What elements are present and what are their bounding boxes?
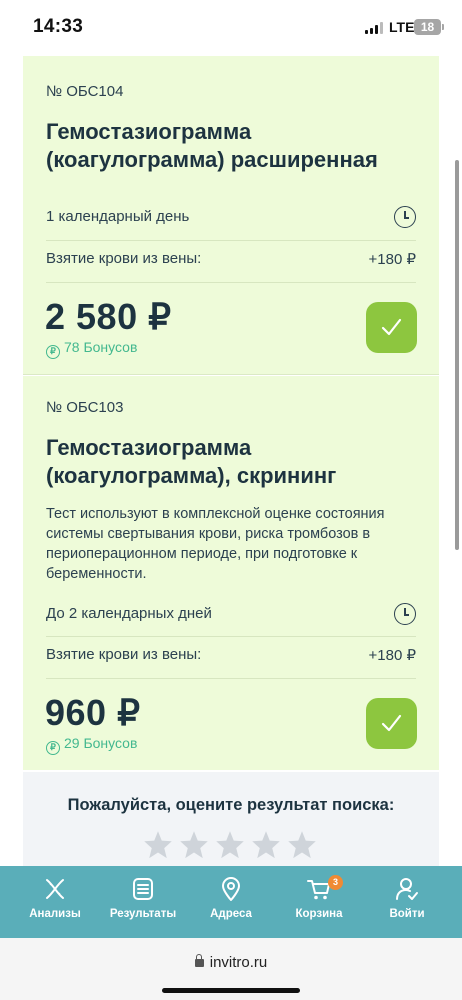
nav-label: Анализы bbox=[29, 908, 81, 920]
nav-results[interactable]: Результаты bbox=[97, 866, 189, 938]
bonus-text: 78 Бонусов bbox=[64, 339, 138, 355]
nav-login[interactable]: Войти bbox=[361, 866, 453, 938]
battery-icon: 18 bbox=[414, 19, 441, 35]
blood-draw-row: Взятие крови из вены: +180 ₽ bbox=[46, 250, 416, 270]
star-3-icon[interactable] bbox=[215, 830, 245, 860]
home-indicator[interactable] bbox=[162, 988, 300, 993]
test-card[interactable]: № ОБС104 Гемостазиограмма (коагулограмма… bbox=[23, 56, 439, 375]
star-1-icon[interactable] bbox=[143, 830, 173, 860]
divider bbox=[46, 282, 416, 283]
divider bbox=[46, 636, 416, 637]
rating-prompt: Пожалуйста, оцените результат поиска: bbox=[67, 796, 395, 814]
nav-cart[interactable]: 3 Корзина bbox=[273, 866, 365, 938]
map-pin-icon bbox=[222, 877, 240, 901]
duration-text: До 2 календарных дней bbox=[46, 605, 212, 622]
signal-icon bbox=[365, 22, 383, 34]
results-list-icon bbox=[133, 878, 153, 900]
blood-draw-price: +180 ₽ bbox=[368, 251, 417, 268]
scrollbar[interactable] bbox=[455, 160, 459, 550]
blood-draw-row: Взятие крови из вены: +180 ₽ bbox=[46, 646, 416, 666]
star-5-icon[interactable] bbox=[287, 830, 317, 860]
url-text: invitro.ru bbox=[209, 954, 268, 971]
bonus-coin-icon: ₽ bbox=[46, 345, 60, 359]
check-icon bbox=[381, 714, 402, 732]
nav-label: Войти bbox=[389, 908, 425, 920]
status-bar: 14:33 LTE 18 bbox=[0, 0, 462, 56]
test-card[interactable]: № ОБС103 Гемостазиограмма (коагулограмма… bbox=[23, 376, 439, 770]
divider bbox=[46, 678, 416, 679]
results-list[interactable]: № ОБС104 Гемостазиограмма (коагулограмма… bbox=[0, 56, 462, 866]
duration-text: 1 календарный день bbox=[46, 208, 190, 225]
divider bbox=[46, 240, 416, 241]
blood-draw-label: Взятие крови из вены: bbox=[46, 646, 202, 663]
clock-icon bbox=[394, 603, 416, 625]
user-login-icon bbox=[396, 878, 418, 900]
test-code: № ОБС103 bbox=[46, 399, 124, 416]
duration-row: 1 календарный день bbox=[46, 206, 416, 228]
test-title[interactable]: Гемостазиограмма (коагулограмма), скрини… bbox=[46, 434, 426, 490]
blood-draw-label: Взятие крови из вены: bbox=[46, 250, 202, 267]
nav-addresses[interactable]: Адреса bbox=[185, 866, 277, 938]
bonus-row: ₽78 Бонусов bbox=[46, 339, 137, 359]
nav-label: Результаты bbox=[109, 908, 177, 920]
lock-icon bbox=[194, 954, 204, 967]
added-to-cart-button[interactable] bbox=[366, 698, 417, 749]
network-type: LTE bbox=[389, 19, 415, 35]
blood-draw-price: +180 ₽ bbox=[368, 647, 417, 664]
star-2-icon[interactable] bbox=[179, 830, 209, 860]
test-code: № ОБС104 bbox=[46, 83, 124, 100]
test-title[interactable]: Гемостазиограмма (коагулограмма) расшире… bbox=[46, 118, 426, 174]
nav-label: Корзина bbox=[295, 908, 343, 920]
test-price: 2 580 ₽ bbox=[45, 296, 172, 337]
star-4-icon[interactable] bbox=[251, 830, 281, 860]
nav-tests[interactable]: Анализы bbox=[9, 866, 101, 938]
clock-icon bbox=[394, 206, 416, 228]
test-description: Тест используют в комплексной оценке сос… bbox=[46, 506, 385, 582]
added-to-cart-button[interactable] bbox=[366, 302, 417, 353]
battery-tip bbox=[442, 24, 444, 30]
search-rating: Пожалуйста, оцените результат поиска: bbox=[23, 772, 439, 866]
bonus-coin-icon: ₽ bbox=[46, 741, 60, 755]
duration-row: До 2 календарных дней bbox=[46, 603, 416, 625]
dna-icon bbox=[46, 879, 64, 899]
cart-count-badge: 3 bbox=[328, 875, 343, 890]
test-price: 960 ₽ bbox=[45, 692, 141, 733]
bonus-row: ₽29 Бонусов bbox=[46, 735, 137, 755]
status-time: 14:33 bbox=[33, 16, 84, 37]
url-display[interactable]: invitro.ru bbox=[0, 954, 462, 971]
check-icon bbox=[381, 318, 402, 336]
bonus-text: 29 Бонусов bbox=[64, 735, 138, 751]
bottom-nav: Анализы Результаты Адреса 3 Корзина Войт… bbox=[0, 866, 462, 938]
nav-label: Адреса bbox=[210, 908, 252, 920]
